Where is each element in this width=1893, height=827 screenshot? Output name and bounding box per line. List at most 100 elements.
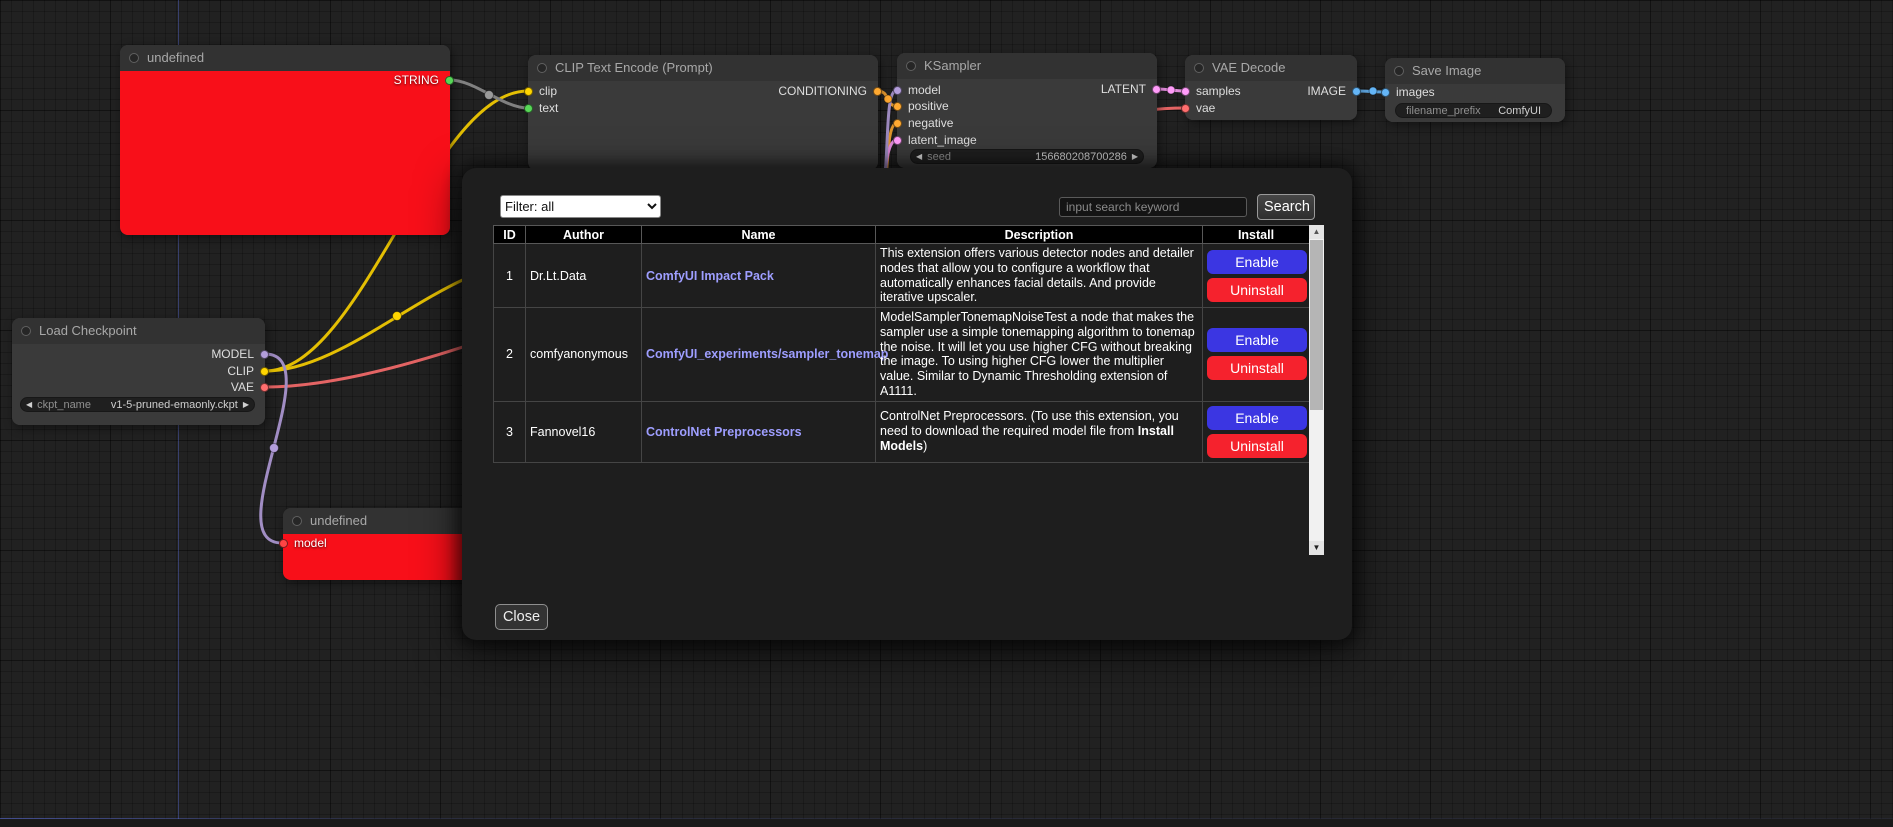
vae-input-port[interactable]: [1181, 104, 1190, 113]
positive-input-port[interactable]: [893, 102, 902, 111]
output-slot-clip: CLIP: [12, 363, 265, 379]
wire-midpoint-dot: [393, 312, 402, 321]
conditioning-output-port[interactable]: [873, 87, 882, 96]
output-slot-image: IMAGE: [1185, 83, 1357, 99]
node-collapse-dot-icon[interactable]: [906, 61, 916, 71]
seed-widget-label: seed: [927, 151, 951, 163]
node-title: undefined: [310, 513, 367, 528]
extensions-table-container: ID Author Name Description Install 1 Dr.…: [493, 225, 1324, 555]
cell-id: 1: [494, 244, 526, 308]
clip-output-port[interactable]: [260, 367, 269, 376]
table-row: 3 Fannovel16 ControlNet Preprocessors Co…: [494, 401, 1310, 462]
node-collapse-dot-icon[interactable]: [1194, 63, 1204, 73]
seed-decrease-icon[interactable]: ◀: [916, 149, 922, 164]
cell-name: ComfyUI_experiments/sampler_tonemap: [642, 308, 876, 402]
text-input-port[interactable]: [524, 104, 533, 113]
node-collapse-dot-icon[interactable]: [1394, 66, 1404, 76]
node-save-image[interactable]: Save Image images filename_prefix ComfyU…: [1385, 58, 1565, 122]
table-header-row: ID Author Name Description Install: [494, 226, 1310, 244]
node-undefined-bottom[interactable]: undefined model: [283, 508, 483, 580]
output-slot-conditioning: CONDITIONING: [528, 83, 878, 99]
seed-increase-icon[interactable]: ▶: [1132, 149, 1138, 164]
images-input-port[interactable]: [1381, 88, 1390, 97]
node-error-body: [120, 71, 450, 235]
ckpt-name-label: ckpt_name: [37, 399, 91, 411]
ckpt-next-icon[interactable]: ▶: [243, 397, 249, 412]
node-graph-canvas[interactable]: undefined STRING CLIP Text Encode (Promp…: [0, 0, 1893, 827]
output-slot-vae: VAE: [12, 379, 265, 395]
scroll-down-icon[interactable]: ▼: [1309, 541, 1324, 555]
input-slot-positive: positive: [897, 98, 1157, 114]
wire-midpoint-dot: [270, 444, 279, 453]
ckpt-prev-icon[interactable]: ◀: [26, 397, 32, 412]
table-row: 1 Dr.Lt.Data ComfyUI Impact Pack This ex…: [494, 244, 1310, 308]
cell-description: ModelSamplerTonemapNoiseTest a node that…: [876, 308, 1203, 402]
node-title: undefined: [147, 50, 204, 65]
model-output-port[interactable]: [260, 350, 269, 359]
model-input-port[interactable]: [279, 539, 288, 548]
uninstall-button[interactable]: Uninstall: [1207, 434, 1307, 458]
image-output-port[interactable]: [1352, 87, 1361, 96]
search-button[interactable]: Search: [1257, 194, 1315, 220]
node-collapse-dot-icon[interactable]: [21, 326, 31, 336]
scroll-up-icon[interactable]: ▲: [1309, 225, 1324, 239]
negative-input-port[interactable]: [893, 119, 902, 128]
uninstall-button[interactable]: Uninstall: [1207, 356, 1307, 380]
string-output-port[interactable]: [445, 76, 454, 85]
latent-output-port[interactable]: [1152, 85, 1161, 94]
header-install: Install: [1203, 226, 1310, 244]
wire-midpoint-dot: [884, 95, 892, 103]
cell-description: This extension offers various detector n…: [876, 244, 1203, 308]
filename-prefix-widget[interactable]: filename_prefix ComfyUI: [1395, 103, 1552, 118]
extension-link[interactable]: ComfyUI_experiments/sampler_tonemap: [646, 347, 888, 361]
header-description: Description: [876, 226, 1203, 244]
extension-link[interactable]: ControlNet Preprocessors: [646, 425, 802, 439]
cell-id: 3: [494, 401, 526, 462]
node-ksampler[interactable]: KSampler model positive negative latent_…: [897, 53, 1157, 168]
output-slot-latent: LATENT: [897, 81, 1157, 97]
input-slot-negative: negative: [897, 115, 1157, 131]
extension-link[interactable]: ComfyUI Impact Pack: [646, 269, 774, 283]
vae-output-port[interactable]: [260, 383, 269, 392]
cell-name: ControlNet Preprocessors: [642, 401, 876, 462]
output-slot-string: STRING: [120, 72, 450, 88]
node-vae-decode[interactable]: VAE Decode samples vae IMAGE: [1185, 55, 1357, 120]
node-collapse-dot-icon[interactable]: [292, 516, 302, 526]
enable-button[interactable]: Enable: [1207, 328, 1307, 352]
uninstall-button[interactable]: Uninstall: [1207, 278, 1307, 302]
extensions-table: ID Author Name Description Install 1 Dr.…: [493, 225, 1310, 463]
header-name: Name: [642, 226, 876, 244]
custom-nodes-manager-dialog: Filter: all Search ID Author Name Descri…: [462, 168, 1352, 640]
node-load-checkpoint[interactable]: Load Checkpoint MODEL CLIP VAE ◀ ckpt_na…: [12, 318, 265, 425]
node-clip-text-encode[interactable]: CLIP Text Encode (Prompt) clip text COND…: [528, 55, 878, 170]
wire-midpoint-dot: [1369, 87, 1377, 95]
node-collapse-dot-icon[interactable]: [129, 53, 139, 63]
node-undefined-top[interactable]: undefined STRING: [120, 45, 450, 235]
close-button[interactable]: Close: [495, 604, 548, 630]
node-collapse-dot-icon[interactable]: [537, 63, 547, 73]
cell-id: 2: [494, 308, 526, 402]
input-slot-text: text: [528, 100, 878, 116]
wire-midpoint-dot: [1167, 86, 1175, 94]
enable-button[interactable]: Enable: [1207, 250, 1307, 274]
header-author: Author: [526, 226, 642, 244]
latent-image-input-port[interactable]: [893, 136, 902, 145]
cell-author: comfyanonymous: [526, 308, 642, 402]
output-slot-model: MODEL: [12, 346, 265, 362]
cell-install: Enable Uninstall: [1203, 244, 1310, 308]
node-title: KSampler: [924, 58, 981, 73]
input-slot-latent-image: latent_image: [897, 132, 1157, 148]
seed-widget[interactable]: ◀ seed 156680208700286 ▶: [910, 149, 1144, 164]
scrollbar-thumb[interactable]: [1310, 240, 1323, 410]
table-row: 2 comfyanonymous ComfyUI_experiments/sam…: [494, 308, 1310, 402]
cell-author: Fannovel16: [526, 401, 642, 462]
filter-select[interactable]: Filter: all: [500, 195, 661, 218]
cell-install: Enable Uninstall: [1203, 308, 1310, 402]
scrollbar[interactable]: ▲ ▼: [1309, 225, 1324, 555]
search-input[interactable]: [1059, 197, 1247, 217]
header-id: ID: [494, 226, 526, 244]
enable-button[interactable]: Enable: [1207, 406, 1307, 430]
ckpt-name-widget[interactable]: ◀ ckpt_name v1-5-pruned-emaonly.ckpt ▶: [20, 397, 255, 412]
node-title: CLIP Text Encode (Prompt): [555, 60, 713, 75]
input-slot-model: model: [283, 535, 483, 551]
